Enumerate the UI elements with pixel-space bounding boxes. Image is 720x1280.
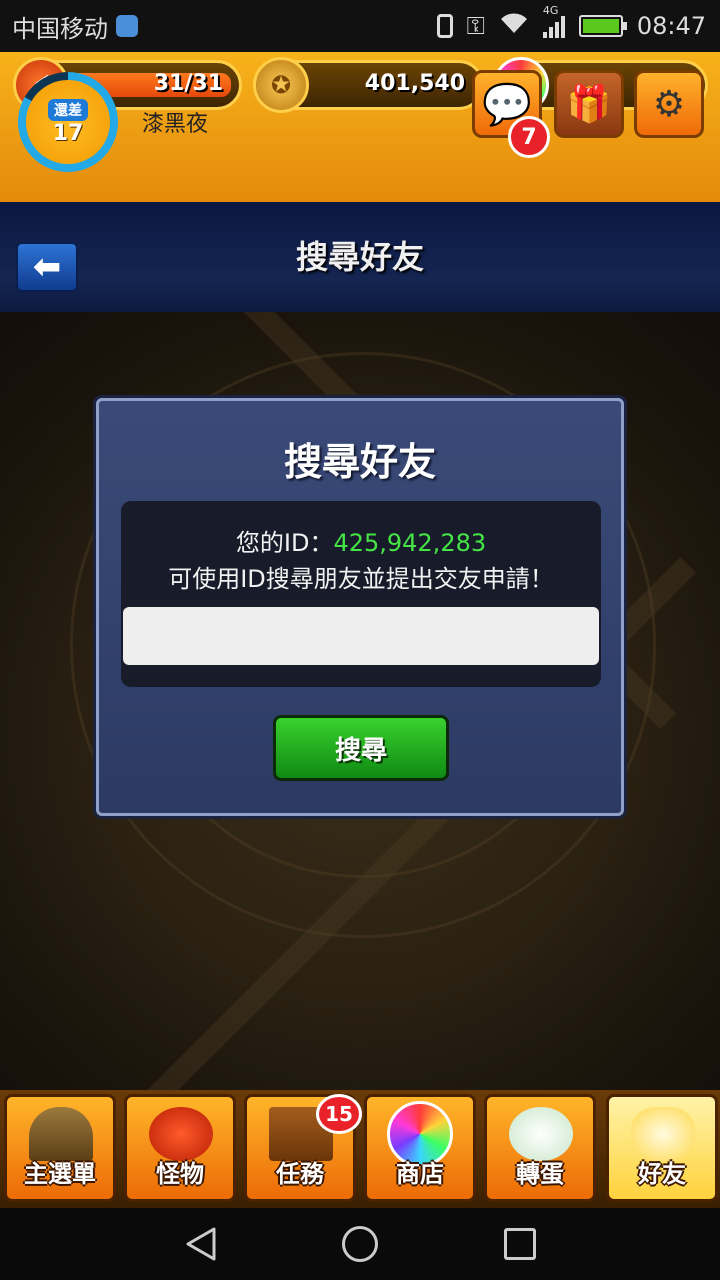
gift-button[interactable]: 🎁 [554,70,624,138]
clock: 08:47 [636,12,706,40]
quest-badge: 15 [316,1094,362,1134]
nav-label: 任務 [276,1160,324,1188]
gate-icon [29,1107,93,1161]
coin-bar[interactable]: ✪ 401,540 [253,57,484,113]
gear-icon: ⚙ [652,83,686,125]
network-type: 4G [542,4,559,17]
level-ring[interactable]: 還差 17 [18,72,118,172]
page-title: 搜尋好友 [295,238,424,276]
friend-id-input[interactable] [123,607,599,665]
nav-monsters[interactable]: 怪物 [124,1094,236,1202]
friends-icon [631,1107,695,1161]
status-bar: 中国移动 ⚿ 4G 08:47 [0,0,720,52]
nav-friends[interactable]: 好友 [606,1094,718,1202]
wifi-icon [499,11,529,41]
nav-gacha[interactable]: 轉蛋 [484,1094,596,1202]
nav-label: 轉蛋 [516,1160,564,1188]
coin-icon: ✪ [253,57,309,113]
nav-label: 好友 [638,1160,686,1188]
nav-label: 主選單 [24,1160,96,1188]
user-id-label: 您的ID： [235,529,334,557]
back-triangle-icon[interactable] [184,1226,220,1262]
home-circle-icon[interactable] [342,1226,378,1262]
dialog-content-panel: 您的ID：425,942,283 可使用ID搜尋朋友並提出交友申請！ [121,501,601,687]
search-button[interactable]: 搜尋 [273,715,449,781]
vibrate-icon [436,14,453,38]
gift-icon: 🎁 [566,84,612,125]
dialog-title: 搜尋好友 [283,440,436,484]
chat-badge: 7 [508,116,550,158]
battery-icon [578,15,627,37]
egg-icon [509,1107,573,1161]
coin-value: 401,540 [364,71,465,96]
search-friend-dialog: 搜尋好友 您的ID：425,942,283 可使用ID搜尋朋友並提出交友申請！ … [96,398,624,816]
level-value: 17 [52,120,84,146]
nav-label: 怪物 [156,1160,204,1188]
monster-icon [149,1107,213,1161]
user-id-value: 425,942,283 [333,529,487,557]
player-name: 漆黑夜 [142,112,209,137]
signal-icon: 4G [542,4,565,38]
nav-main-menu[interactable]: 主選單 [4,1094,116,1202]
carrier-name: 中国移动 [12,14,108,43]
nav-shop[interactable]: 商店 [364,1094,476,1202]
settings-button[interactable]: ⚙ [634,70,704,138]
system-navigation-bar [0,1208,720,1280]
stamina-value: 31/31 [153,71,223,96]
bottom-navigation: 主選單 怪物 任務 15 商店 轉蛋 好友 [0,1090,720,1208]
user-id-line: 您的ID：425,942,283 [121,523,601,558]
level-tag: 還差 [48,98,88,121]
recents-square-icon[interactable] [504,1228,536,1260]
search-hint: 可使用ID搜尋朋友並提出交友申請！ [168,565,554,593]
nav-label: 商店 [396,1160,444,1188]
key-icon: ⚿ [466,12,485,40]
carrier-badge-icon [116,15,138,37]
